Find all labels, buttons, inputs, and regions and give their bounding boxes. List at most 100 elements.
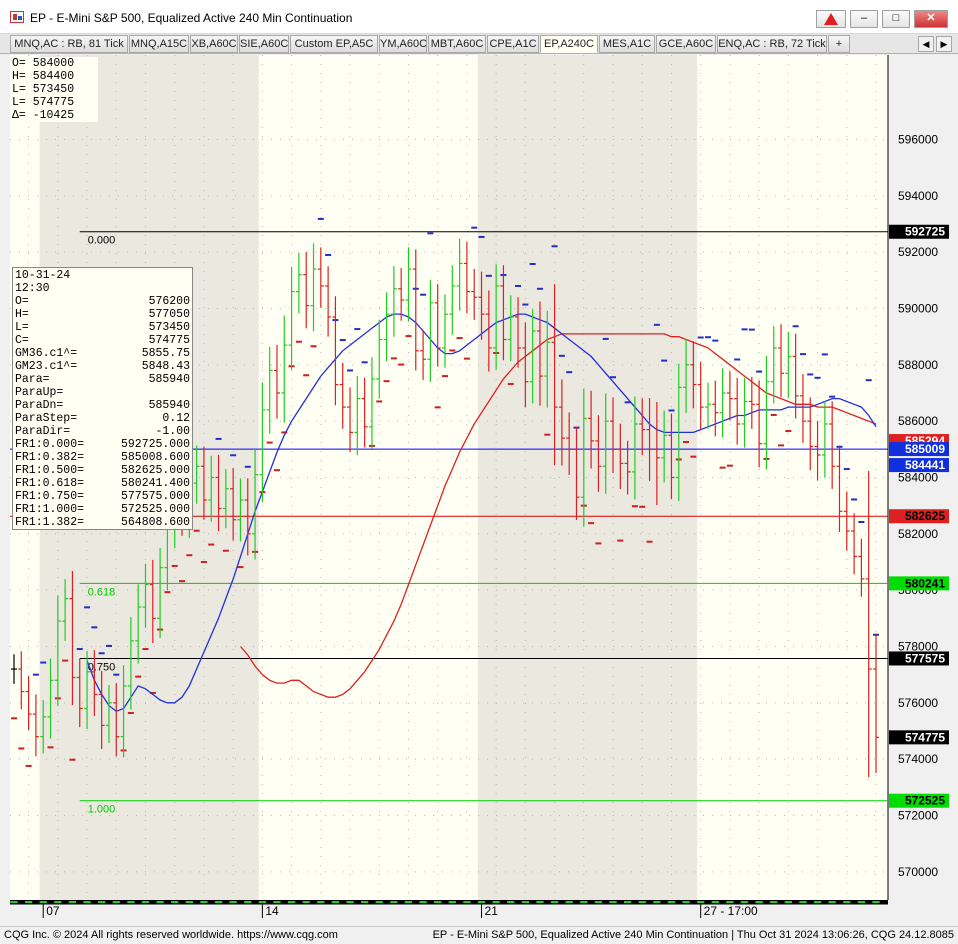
x-axis-segment — [463, 901, 471, 903]
tab-3[interactable]: SIE,A60C — [239, 35, 289, 53]
info-label: O= — [15, 295, 29, 308]
x-axis-segment — [287, 901, 296, 903]
info-label: L= — [15, 321, 29, 334]
tab-4[interactable]: Custom EP,A5C — [290, 35, 378, 53]
parabolic-sar-dot — [25, 764, 32, 767]
chart-tab-bar: MNQ,AC : RB, 81 Tick MNQ,A15C XB,A60C SIE,A… — [0, 34, 958, 54]
y-tick-label: 570000 — [898, 865, 938, 879]
ohlc-row: O= 584000 — [12, 57, 75, 70]
parabolic-sar-dot — [558, 354, 565, 357]
parabolic-sar-dot — [105, 644, 112, 647]
y-tick-label: 582000 — [898, 527, 938, 541]
x-axis-segment — [784, 901, 792, 903]
parabolic-sar-dot — [208, 543, 215, 546]
x-axis-segment — [171, 901, 179, 903]
window-title: EP - E-Mini S&P 500, Equalized Active 24… — [30, 11, 353, 25]
info-label: Para= — [15, 373, 50, 386]
ohlc-row: H= 584400 — [12, 70, 75, 83]
parabolic-sar-dot — [522, 303, 529, 306]
price-label-text: 572525 — [905, 794, 945, 808]
x-axis-segment — [24, 901, 33, 903]
x-axis-segment — [667, 901, 676, 903]
price-label-text: 592725 — [905, 225, 945, 239]
x-axis-segment — [141, 901, 150, 903]
x-axis-segment — [244, 901, 252, 903]
x-axis-segment — [156, 901, 164, 903]
parabolic-sar-dot — [748, 328, 755, 331]
parabolic-sar-dot — [814, 376, 821, 379]
info-value: 574775 — [148, 334, 190, 347]
y-tick-label: 594000 — [898, 189, 938, 203]
copyright-text: CQG Inc. © 2024 All rights reserved worl… — [4, 929, 338, 941]
parabolic-sar-dot — [113, 673, 120, 676]
minimize-button[interactable]: – — [850, 10, 878, 28]
parabolic-sar-dot — [91, 626, 98, 629]
parabolic-sar-dot — [266, 441, 273, 444]
x-axis-segment — [302, 901, 310, 903]
tab-scroll-right-icon[interactable]: ▶ — [936, 36, 952, 52]
tab-11[interactable]: ENQ,AC : RB, 72 Tick — [717, 35, 827, 53]
info-label: ParaStep= — [15, 412, 78, 425]
info-label: FR1:0.382= — [15, 451, 85, 464]
parabolic-sar-dot — [551, 245, 558, 248]
fib-ratio-label: 0.618 — [88, 586, 116, 598]
parabolic-sar-dot — [843, 468, 850, 471]
info-value: -1.00 — [155, 425, 190, 438]
info-row: ParaDn= 585940 — [15, 399, 190, 412]
parabolic-sar-dot — [668, 409, 675, 412]
tab-8[interactable]: EP,A240C — [540, 35, 598, 53]
y-tick-label: 576000 — [898, 696, 938, 710]
x-axis-segment — [682, 901, 690, 903]
info-row: GM23.c1^= 5848.43 — [15, 360, 190, 373]
maximize-button[interactable]: □ — [882, 10, 910, 28]
tab-0[interactable]: MNQ,AC : RB, 81 Tick — [10, 35, 128, 53]
info-label: FR1:1.000= — [15, 503, 85, 516]
info-value: 585008.600 — [120, 451, 190, 464]
tab-10[interactable]: GCE,A60C — [656, 35, 716, 53]
x-axis-segment — [39, 901, 47, 903]
x-axis-segment — [214, 901, 223, 903]
parabolic-sar-dot — [741, 328, 748, 331]
info-label: ParaDn= — [15, 399, 64, 412]
x-axis-segment — [112, 901, 120, 903]
ohlc-summary: O= 584000 H= 584400 L= 573450 L= 574775 Δ= -… — [12, 57, 98, 122]
tab-1[interactable]: MNQ,A15C — [129, 35, 189, 53]
info-row: FR1:0.382= 585008.600 — [15, 451, 190, 464]
tab-7[interactable]: CPE,A1C — [487, 35, 539, 53]
tab-6[interactable]: MBT,A60C — [428, 35, 486, 53]
parabolic-sar-dot — [799, 353, 806, 356]
parabolic-sar-dot — [347, 369, 354, 372]
x-axis-segment — [54, 901, 62, 903]
parabolic-sar-dot — [376, 400, 383, 403]
info-row: C= 574775 — [15, 334, 190, 347]
tab-12[interactable]: + — [828, 35, 850, 53]
info-row: FR1:0.750= 577575.000 — [15, 490, 190, 503]
parabolic-sar-dot — [325, 253, 332, 256]
tab-scroll-left-icon[interactable]: ◀ — [918, 36, 934, 52]
tab-9[interactable]: MES,A1C — [599, 35, 655, 53]
alert-icon-button[interactable] — [816, 10, 846, 28]
parabolic-sar-dot — [639, 505, 646, 508]
x-axis-segment — [98, 901, 106, 903]
info-time: 12:30 — [15, 282, 50, 295]
price-label-text: 577575 — [905, 651, 945, 665]
warning-icon — [824, 13, 838, 25]
x-axis-segment — [755, 901, 763, 903]
tab-2[interactable]: XB,A60C — [190, 35, 238, 53]
x-axis-segment — [638, 901, 646, 903]
parabolic-sar-dot — [32, 673, 39, 676]
x-axis-segment — [83, 901, 91, 903]
tab-5[interactable]: YM,A60C — [379, 35, 427, 53]
info-date: 10-31-24 — [15, 269, 71, 282]
x-axis-segment — [550, 901, 559, 903]
parabolic-sar-dot — [295, 340, 302, 343]
parabolic-sar-dot — [420, 293, 427, 296]
parabolic-sar-dot — [515, 284, 522, 287]
x-axis-segment — [507, 901, 515, 903]
x-axis-segment — [185, 901, 193, 903]
y-tick-label: 596000 — [898, 133, 938, 147]
close-button[interactable]: ✕ — [914, 10, 948, 28]
info-label: FR1:1.382= — [15, 516, 85, 529]
y-tick-label: 574000 — [898, 752, 938, 766]
title-bar: EP - E-Mini S&P 500, Equalized Active 24… — [0, 0, 958, 34]
